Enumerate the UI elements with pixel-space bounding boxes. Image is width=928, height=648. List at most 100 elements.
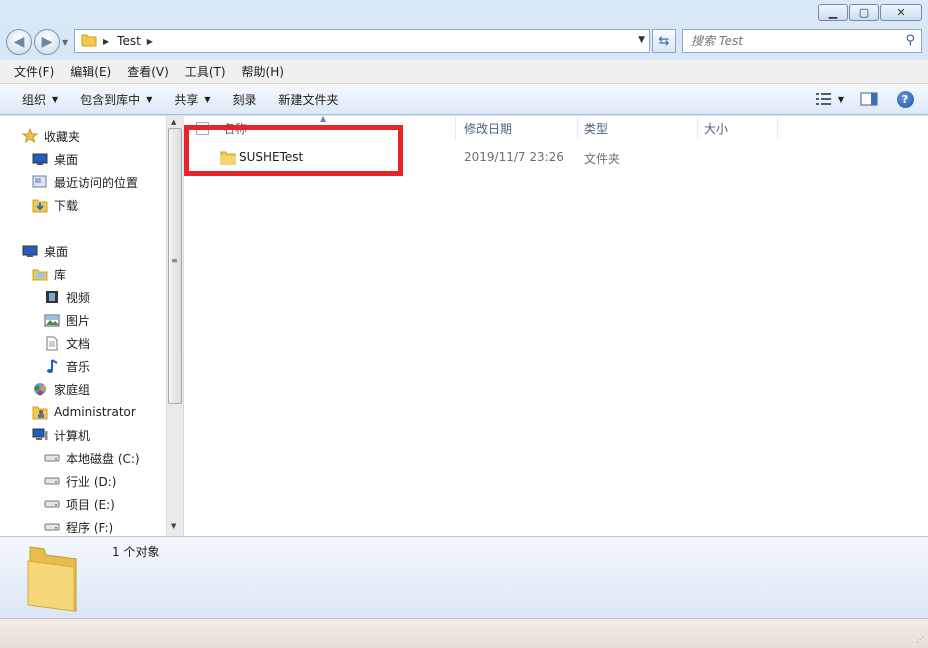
new-folder-label: 新建文件夹 [278,92,339,107]
refresh-button[interactable]: ⇆ [652,29,676,53]
chevron-down-icon: ▼ [52,94,59,104]
new-folder-button[interactable]: 新建文件夹 [271,91,347,108]
video-icon [44,290,60,304]
burn-button[interactable]: 刻录 [225,91,265,108]
column-type-label: 类型 [584,121,609,136]
homegroup-icon [32,382,48,396]
nav-favorites[interactable]: 收藏夹 [22,126,80,146]
nav-downloads[interactable]: 下载 [32,195,78,215]
include-library-button[interactable]: 包含到库中 ▼ [72,91,160,108]
nav-desktop-favorite[interactable]: 桌面 [32,149,78,169]
nav-scrollbar[interactable]: ▲ ≡ ▼ [166,116,183,536]
minimize-icon: ▁ [828,6,838,19]
search-icon[interactable]: ⚲ [905,33,915,48]
nav-recent-places-label: 最近访问的位置 [54,175,139,190]
command-bar: 组织 ▼ 包含到库中 ▼ 共享 ▼ 刻录 新建文件夹 ▼ ? [0,84,928,115]
nav-drive-e[interactable]: 项目 (E:) [44,494,115,514]
include-library-label: 包含到库中 [80,92,141,107]
drive-icon [44,520,60,534]
search-box[interactable]: ⚲ [682,29,922,53]
nav-pictures-label: 图片 [66,313,91,328]
breadcrumb-test[interactable]: Test [117,34,141,48]
nav-desktop[interactable]: 桌面 [22,241,68,261]
resize-grip-icon[interactable]: ⋰ [916,635,924,644]
menu-edit[interactable]: 编辑(E) [62,63,119,80]
share-button[interactable]: 共享 ▼ [166,91,218,108]
downloads-folder-icon [32,198,48,213]
organize-button[interactable]: 组织 ▼ [14,91,66,108]
nav-computer[interactable]: 计算机 [32,425,90,445]
maximize-button[interactable]: ▢ [849,4,879,21]
view-dropdown-icon[interactable]: ▼ [838,95,844,104]
help-icon: ? [896,90,914,108]
column-size[interactable]: 大小 [698,116,778,140]
view-options-icon[interactable] [814,88,836,110]
nav-desktop-label: 桌面 [44,244,69,259]
menu-view[interactable]: 查看(V) [119,63,177,80]
back-arrow-icon: ◀ [13,34,25,50]
column-modified[interactable]: 修改日期 [456,116,578,140]
menu-help[interactable]: 帮助(H) [234,63,292,80]
close-button[interactable]: ✕ [880,4,922,21]
nav-music[interactable]: 音乐 [44,356,90,376]
document-icon [44,336,60,350]
recent-pages-dropdown-icon[interactable]: ▼ [62,38,68,47]
preview-pane-icon[interactable] [858,88,880,110]
forward-arrow-icon: ▶ [41,34,53,50]
nav-documents-label: 文档 [66,336,91,351]
nav-homegroup[interactable]: 家庭组 [32,379,90,399]
help-button[interactable]: ? [894,88,916,110]
menu-tools[interactable]: 工具(T) [177,63,234,80]
nav-drive-d[interactable]: 行业 (D:) [44,471,116,491]
file-modified: 2019/11/7 23:26 [464,150,564,164]
nav-drive-c[interactable]: 本地磁盘 (C:) [44,448,140,468]
nav-administrator[interactable]: Administrator [32,402,136,422]
nav-drive-d-label: 行业 (D:) [66,474,117,489]
burn-label: 刻录 [232,92,257,107]
item-count: 1 个对象 [112,545,160,559]
menu-file[interactable]: 文件(F) [6,63,62,80]
minimize-button[interactable]: ▁ [818,4,848,21]
back-button[interactable]: ◀ [6,29,32,55]
breadcrumb-arrow-icon[interactable]: ▶ [147,37,153,46]
nav-homegroup-label: 家庭组 [54,382,91,397]
drive-icon [44,451,60,465]
nav-drive-f-label: 程序 (F:) [66,520,114,535]
nav-administrator-label: Administrator [54,405,136,419]
column-type[interactable]: 类型 [578,116,698,140]
chevron-down-icon: ▼ [204,94,211,104]
nav-desktop-favorite-label: 桌面 [54,152,79,167]
nav-videos-label: 视频 [66,290,91,305]
nav-drive-f[interactable]: 程序 (F:) [44,517,113,536]
address-bar[interactable]: ▶ Test ▶ ▼ [74,29,650,53]
nav-libraries-label: 库 [54,267,67,282]
pictures-icon [44,313,60,327]
highlight-annotation [184,125,403,176]
drive-icon [44,497,60,511]
nav-favorites-label: 收藏夹 [44,129,81,144]
nav-recent-places[interactable]: 最近访问的位置 [32,172,138,192]
forward-button[interactable]: ▶ [34,29,60,55]
nav-videos[interactable]: 视频 [44,287,90,307]
music-icon [44,358,60,373]
search-input[interactable] [691,34,891,48]
address-dropdown-icon[interactable]: ▼ [638,35,645,45]
nav-music-label: 音乐 [66,359,91,374]
scroll-up-icon[interactable]: ▲ [171,118,176,126]
share-label: 共享 [174,92,199,107]
close-icon: ✕ [896,6,906,19]
sort-arrow-icon: ▲ [320,114,327,123]
scroll-down-icon[interactable]: ▼ [171,522,176,530]
folder-icon [81,33,97,50]
nav-libraries[interactable]: 库 [32,264,66,284]
desktop-icon [22,244,38,258]
file-list: 名称 ▲ 修改日期 类型 大小 SUSHETest 2019/11/7 23:2… [184,114,928,536]
breadcrumb-arrow-icon[interactable]: ▶ [103,37,109,46]
nav-drive-e-label: 项目 (E:) [66,497,115,512]
column-size-label: 大小 [704,121,729,136]
scrollbar-thumb[interactable] [168,128,182,404]
maximize-icon: ▢ [858,6,870,19]
large-folder-icon [24,539,94,620]
nav-pictures[interactable]: 图片 [44,310,90,330]
nav-documents[interactable]: 文档 [44,333,90,353]
